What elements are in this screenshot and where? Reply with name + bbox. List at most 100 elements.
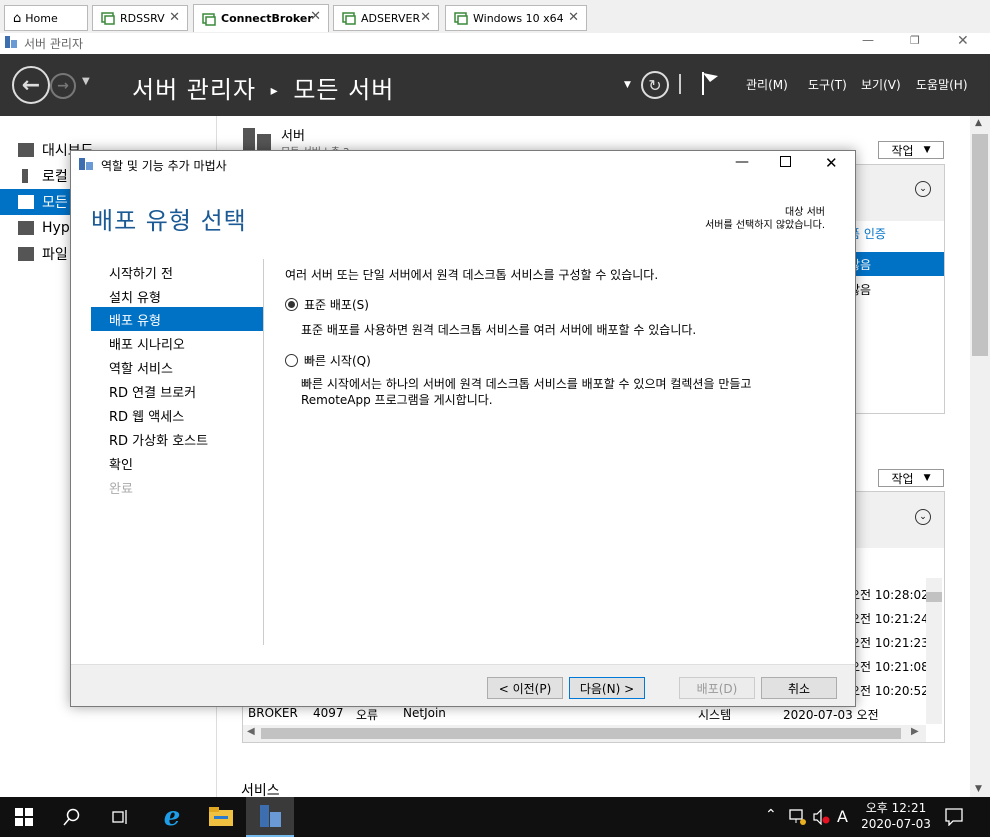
table-row[interactable]: BROKER 4097 오류 NetJoin 시스템 2020-07-03 오전… [243,706,926,737]
chevron-down-icon: ▼ [923,145,931,155]
event-log: 시스템 [698,708,732,722]
sidebar-item-label: 파일 [42,247,68,263]
wizard-step[interactable]: 확인 [109,451,269,475]
close-tab-icon[interactable]: ✕ [568,10,579,25]
windows-icon [15,808,33,826]
radio-checked-icon[interactable] [285,298,298,311]
history-dropdown-icon[interactable]: ▼ [82,76,90,87]
start-button[interactable] [0,797,48,837]
tab-adserver[interactable]: ADSERVER ✕ [333,5,439,31]
search-icon [63,808,80,826]
notifications-flag-icon[interactable] [700,70,720,99]
expand-icon[interactable]: ⌄ [915,509,931,525]
radio-standard-deployment[interactable]: 표준 배포(S) [285,296,369,313]
vm-icon [202,12,216,26]
close-tab-icon[interactable]: ✕ [310,9,321,24]
option-description: 표준 배포를 사용하면 원격 데스크톱 서비스를 여러 서버에 배포할 수 있습… [301,323,697,337]
window-titlebar: 서버 관리자 — ❐ ✕ [0,33,990,53]
minimize-icon[interactable]: — [735,154,749,170]
events-vertical-scrollbar[interactable] [926,578,942,724]
tab-connectbroker[interactable]: ConnectBroker ✕ [193,4,329,32]
servers-task-button[interactable]: 작업 ▼ [878,141,944,159]
servers-section-title: 서버 [281,129,305,144]
tab-label: ADSERVER [361,11,421,25]
tab-home[interactable]: ⌂ Home [4,5,88,31]
server-icon [22,169,28,183]
server-manager-header: ← → ▼ 서버 관리자 ▸ 모든 서버 ▼ ↻ 관리(M) 도구(T) 보기(… [0,54,990,116]
ime-indicator[interactable]: A [837,807,848,826]
wizard-step-selected[interactable]: 배포 유형 [91,307,263,331]
forward-icon[interactable]: → [50,73,76,99]
wizard-step[interactable]: RD 웹 액세스 [109,403,269,427]
cancel-button[interactable]: 취소 [761,677,837,699]
dialog-heading: 배포 유형 선택 [91,207,247,235]
breadcrumb-separator: ▸ [270,83,279,99]
notification-center-icon[interactable] [945,808,963,829]
network-icon[interactable] [789,809,807,828]
separator [679,74,681,94]
ie-button[interactable]: e [148,797,196,837]
wizard-step[interactable]: RD 가상화 호스트 [109,427,269,451]
sidebar-item-label: 모든 [42,195,68,211]
volume-muted-icon[interactable] [813,808,831,828]
clock[interactable]: 오후 12:21 2020-07-03 [858,800,934,832]
clock-date: 2020-07-03 [861,817,931,831]
radio-quick-start[interactable]: 빠른 시작(Q) [285,352,371,369]
dialog-titlebar: 역할 및 기능 추가 마법사 — ✕ [71,151,855,179]
table-cell[interactable]: 않음 [843,252,944,276]
tab-bar: ⌂ Home RDSSRV ✕ ConnectBroker ✕ ADSERVER… [0,0,990,33]
minimize-icon[interactable]: — [862,33,874,47]
scroll-thumb[interactable] [972,134,988,356]
events-horizontal-scrollbar[interactable]: ◀ ▶ [243,725,926,742]
wizard-step[interactable]: 배포 시나리오 [109,331,269,355]
close-icon[interactable]: ✕ [825,154,838,172]
tab-rdssrv[interactable]: RDSSRV ✕ [92,5,188,31]
internet-explorer-icon: e [163,802,181,832]
events-task-button[interactable]: 작업 ▼ [878,469,944,487]
dropdown-icon[interactable]: ▼ [624,80,631,90]
search-button[interactable] [48,797,96,837]
menu-help[interactable]: 도움말(H) [916,76,968,93]
wizard-step[interactable]: 설치 유형 [109,284,269,308]
sidebar-item-label: 로컬 [42,169,68,185]
scroll-right-icon[interactable]: ▶ [911,726,919,737]
hyperv-icon [18,221,34,235]
menu-manage[interactable]: 관리(M) [746,76,788,93]
scroll-left-icon[interactable]: ◀ [247,726,255,737]
maximize-icon[interactable] [780,156,791,167]
close-tab-icon[interactable]: ✕ [420,10,431,25]
dialog-title: 역할 및 기능 추가 마법사 [101,159,227,173]
window-title: 서버 관리자 [24,36,84,51]
folder-icon [209,807,233,826]
wizard-step[interactable]: RD 연결 브로커 [109,379,269,403]
menu-view[interactable]: 보기(V) [861,76,901,93]
restore-icon[interactable]: ❐ [910,34,920,47]
scroll-down-icon[interactable]: ▼ [975,784,982,794]
main-vertical-scrollbar[interactable]: ▲ ▼ [970,116,990,797]
event-time: 오전 10:21:23 [849,636,929,650]
event-time: 오전 10:21:24 [849,612,929,626]
expand-icon[interactable]: ⌄ [915,181,931,197]
option-description-line: RemoteApp 프로그램을 게시합니다. [301,393,493,407]
server-manager-taskbar-button[interactable] [246,797,294,837]
close-tab-icon[interactable]: ✕ [169,10,180,25]
next-button[interactable]: 다음(N) > [569,677,645,699]
tab-windows10[interactable]: Windows 10 x64 ✕ [445,5,587,31]
back-icon[interactable]: ← [12,66,50,104]
scroll-up-icon[interactable]: ▲ [975,118,982,128]
wizard-step[interactable]: 시작하기 전 [109,260,269,284]
refresh-icon[interactable]: ↻ [641,71,669,99]
file-services-icon [18,247,34,261]
file-explorer-button[interactable] [197,797,245,837]
close-icon[interactable]: ✕ [957,33,969,49]
menu-tools[interactable]: 도구(T) [808,76,847,93]
home-icon: ⌂ [13,10,22,26]
scroll-thumb[interactable] [261,728,901,739]
radio-label: 빠른 시작(Q) [304,354,371,368]
previous-button[interactable]: < 이전(P) [487,677,563,699]
chevron-up-icon[interactable]: ⌃ [765,807,777,823]
wizard-step[interactable]: 역할 서비스 [109,355,269,379]
task-view-button[interactable] [96,797,144,837]
radio-unchecked-icon[interactable] [285,354,298,367]
breadcrumb-root[interactable]: 서버 관리자 [132,76,256,104]
